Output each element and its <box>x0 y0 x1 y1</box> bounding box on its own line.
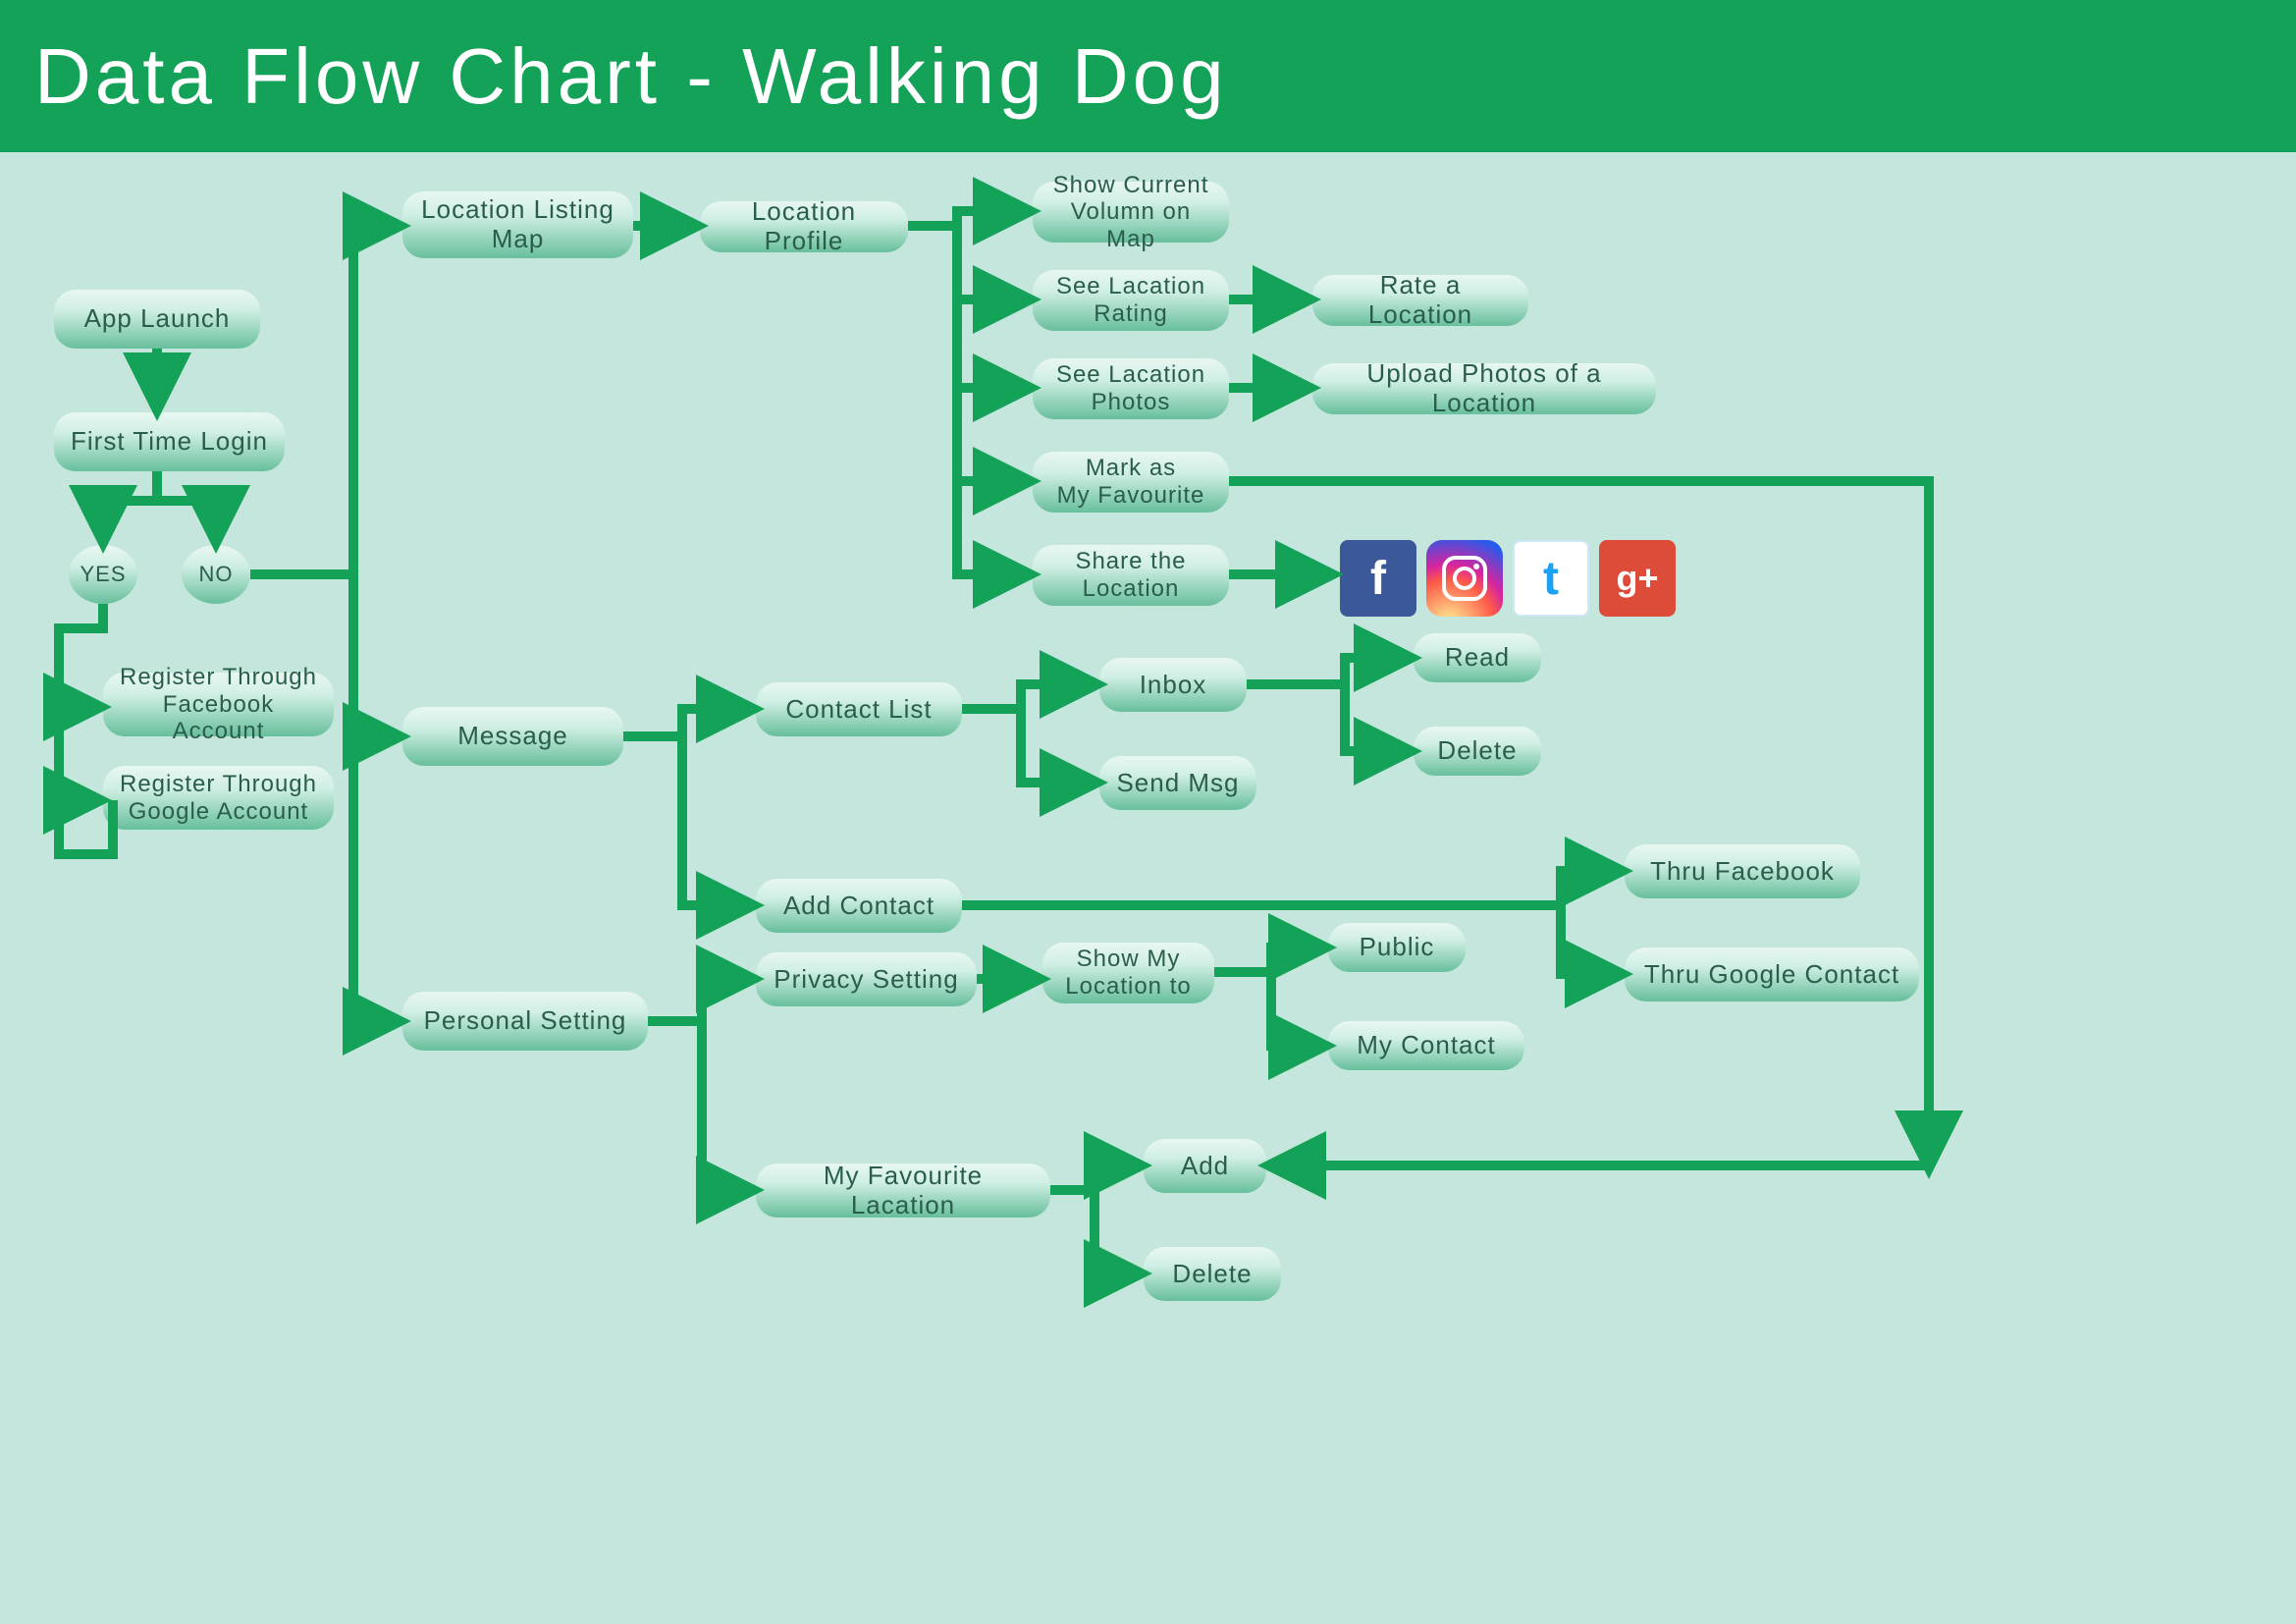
node-first-time-login: First Time Login <box>54 412 285 471</box>
node-read: Read <box>1414 633 1541 682</box>
node-delete-fav: Delete <box>1144 1247 1281 1301</box>
node-message: Message <box>402 707 623 766</box>
node-public: Public <box>1328 923 1466 972</box>
node-rate-location: Rate a Location <box>1312 275 1528 326</box>
twitter-icon: t <box>1513 540 1589 617</box>
page-title: Data Flow Chart - Walking Dog <box>34 31 1228 122</box>
node-my-contact: My Contact <box>1328 1021 1524 1070</box>
node-location-listing: Location Listing Map <box>402 191 633 258</box>
social-icons-row: f t g+ <box>1340 540 1676 617</box>
node-contact-list: Contact List <box>756 682 962 736</box>
node-show-current: Show Current Volumn on Map <box>1033 182 1229 243</box>
header-bar: Data Flow Chart - Walking Dog <box>0 0 2296 152</box>
node-thru-facebook: Thru Facebook <box>1625 844 1860 898</box>
node-add: Add <box>1144 1139 1266 1193</box>
node-thru-google-contact: Thru Google Contact <box>1625 947 1919 1001</box>
node-privacy-setting: Privacy Setting <box>756 952 977 1006</box>
node-add-contact: Add Contact <box>756 879 962 933</box>
node-mark-favourite: Mark as My Favourite <box>1033 452 1229 513</box>
node-show-my-location: Show My Location to <box>1042 943 1214 1003</box>
facebook-icon: f <box>1340 540 1416 617</box>
node-see-photos: See Lacation Photos <box>1033 358 1229 419</box>
node-share-location: Share the Location <box>1033 545 1229 606</box>
instagram-icon <box>1426 540 1503 617</box>
node-register-google: Register Through Google Account <box>103 766 334 830</box>
node-send-msg: Send Msg <box>1099 756 1256 810</box>
node-register-facebook: Register Through Facebook Account <box>103 673 334 736</box>
node-my-favourite-location: My Favourite Lacation <box>756 1164 1050 1218</box>
node-upload-photos: Upload Photos of a Location <box>1312 363 1656 414</box>
node-app-launch: App Launch <box>54 290 260 349</box>
node-yes: YES <box>69 545 137 604</box>
node-location-profile: Location Profile <box>700 201 908 252</box>
googleplus-icon: g+ <box>1599 540 1676 617</box>
node-inbox: Inbox <box>1099 658 1247 712</box>
node-see-rating: See Lacation Rating <box>1033 270 1229 331</box>
node-no: NO <box>182 545 250 604</box>
node-delete-inbox: Delete <box>1414 727 1541 776</box>
node-personal-setting: Personal Setting <box>402 992 648 1051</box>
